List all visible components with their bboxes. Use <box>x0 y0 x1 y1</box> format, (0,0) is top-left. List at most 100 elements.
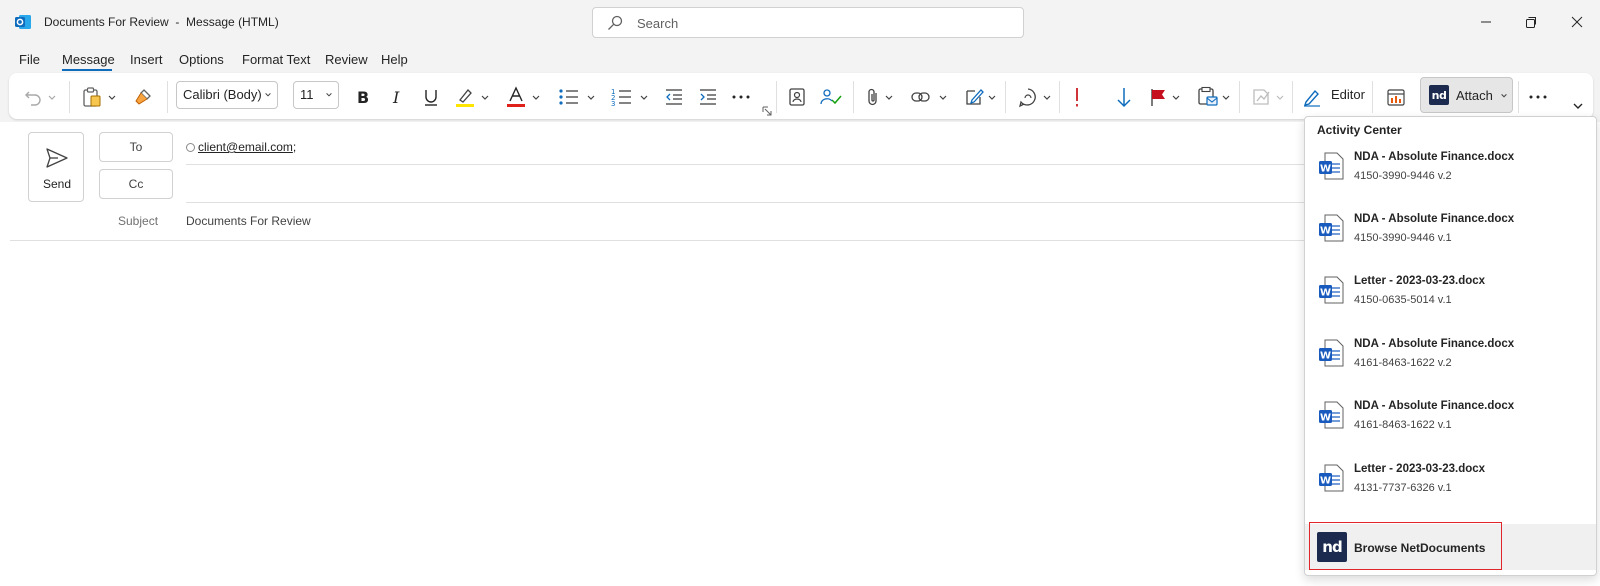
address-book-button[interactable] <box>787 85 807 109</box>
check-names-button[interactable] <box>820 85 842 109</box>
insights-button[interactable] <box>1386 85 1406 109</box>
paperclip-icon <box>868 88 877 106</box>
editor-button[interactable] <box>1302 85 1322 109</box>
subject-field[interactable]: Documents For Review <box>186 214 311 228</box>
low-importance-button[interactable] <box>1115 85 1133 109</box>
svg-text:W: W <box>1320 164 1331 175</box>
loop-button[interactable] <box>1017 85 1052 109</box>
word-document-icon: W <box>1319 464 1344 492</box>
cc-field-underline <box>186 202 1304 203</box>
recent-document-item[interactable]: W NDA - Absolute Finance.docx 4161-8463-… <box>1305 395 1596 451</box>
chevron-down-icon <box>265 93 271 97</box>
ribbon-divider <box>1372 81 1373 113</box>
arrow-down-icon <box>1117 88 1131 108</box>
search-input[interactable]: Search <box>592 7 1024 38</box>
recent-document-item[interactable]: W NDA - Absolute Finance.docx 4161-8463-… <box>1305 333 1596 389</box>
chevron-down-icon <box>885 95 893 100</box>
editor-icon <box>1303 89 1320 107</box>
font-dialog-launcher[interactable] <box>762 99 772 123</box>
document-name: Letter - 2023-03-23.docx <box>1354 275 1486 287</box>
font-name-select[interactable]: Calibri (Body) <box>176 81 278 109</box>
bold-icon: B <box>357 88 369 107</box>
follow-up-button[interactable] <box>1149 85 1181 109</box>
menu-help[interactable]: Help <box>381 52 408 67</box>
recent-document-item[interactable]: W NDA - Absolute Finance.docx 4150-3990-… <box>1305 208 1596 264</box>
document-name: NDA - Absolute Finance.docx <box>1354 151 1515 163</box>
decrease-indent-button[interactable] <box>664 85 684 109</box>
netdocuments-logo: nd <box>1429 85 1449 105</box>
undo-button[interactable] <box>23 85 57 109</box>
dialog-launcher-icon <box>762 106 772 116</box>
document-number: 4150-0635-5014 v.1 <box>1354 294 1452 306</box>
chevron-down-icon <box>1276 95 1284 100</box>
ribbon: Calibri (Body) 11 B I 1 2 3 Editor nd At… <box>9 73 1593 119</box>
italic-button[interactable]: I <box>389 85 407 109</box>
sensitivity-button[interactable] <box>1251 85 1285 109</box>
minimize-button[interactable] <box>1474 10 1498 34</box>
menu-review[interactable]: Review <box>325 52 368 67</box>
netdocuments-attach-button[interactable]: nd Attach <box>1420 77 1513 113</box>
menu-options[interactable]: Options <box>179 52 224 67</box>
activity-center-dropdown: Activity Center W NDA - Absolute Finance… <box>1304 116 1597 576</box>
address-book-icon <box>789 88 805 106</box>
ribbon-divider <box>1518 81 1519 113</box>
chevron-down-icon <box>1172 95 1180 100</box>
font-color-button[interactable] <box>505 85 541 109</box>
recent-document-item[interactable]: W Letter - 2023-03-23.docx 4131-7737-632… <box>1305 458 1596 514</box>
menu-insert[interactable]: Insert <box>130 52 163 67</box>
activity-center-title: Activity Center <box>1317 123 1402 137</box>
signature-button[interactable] <box>964 85 997 109</box>
increase-indent-button[interactable] <box>698 85 718 109</box>
svg-text:W: W <box>1320 413 1331 424</box>
send-icon <box>46 148 68 168</box>
document-number: 4150-3990-9446 v.2 <box>1354 170 1452 182</box>
underline-button[interactable] <box>422 85 440 109</box>
more-formatting-button[interactable] <box>731 85 751 109</box>
save-template-button[interactable] <box>1197 85 1231 109</box>
ribbon-divider <box>167 81 168 113</box>
title-bar: Documents For Review - Message (HTML) Se… <box>0 0 1600 44</box>
recent-document-item[interactable]: W Letter - 2023-03-23.docx 4150-0635-501… <box>1305 270 1596 326</box>
ribbon-divider <box>69 81 70 113</box>
minimize-icon <box>1481 21 1491 23</box>
chevron-down-icon <box>1501 94 1507 98</box>
ribbon-collapse-chevron-icon[interactable] <box>1572 100 1584 112</box>
highlight-color-button[interactable] <box>454 85 490 109</box>
svg-text:W: W <box>1320 288 1331 299</box>
svg-text:3: 3 <box>611 100 615 107</box>
presence-icon <box>186 143 195 152</box>
high-importance-button[interactable] <box>1072 85 1082 109</box>
chevron-down-icon <box>1043 95 1051 100</box>
more-icon <box>1529 95 1547 99</box>
restore-button[interactable] <box>1519 10 1543 34</box>
document-name: NDA - Absolute Finance.docx <box>1354 400 1515 412</box>
attach-file-button[interactable] <box>865 85 894 109</box>
highlighter-icon <box>456 89 474 107</box>
send-button[interactable]: Send <box>28 132 84 202</box>
bold-button[interactable]: B <box>354 85 372 109</box>
to-button[interactable]: To <box>99 132 173 162</box>
bullets-button[interactable] <box>558 85 596 109</box>
close-button[interactable] <box>1565 10 1589 34</box>
menu-file[interactable]: File <box>19 52 40 67</box>
chevron-down-icon <box>532 95 540 100</box>
recipient-separator: ; <box>292 140 297 154</box>
menu-message[interactable]: Message <box>62 52 115 67</box>
chevron-down-icon <box>481 95 489 100</box>
to-field[interactable]: client@email.com; <box>186 140 296 154</box>
recent-document-item[interactable]: W NDA - Absolute Finance.docx 4150-3990-… <box>1305 146 1596 202</box>
ribbon-divider <box>853 81 854 113</box>
font-size-select[interactable]: 11 <box>293 81 339 109</box>
menu-format-text[interactable]: Format Text <box>242 52 310 67</box>
paste-button[interactable] <box>81 85 117 109</box>
numbering-button[interactable]: 1 2 3 <box>611 85 649 109</box>
comment-icon <box>1019 88 1036 108</box>
more-commands-button[interactable] <box>1528 85 1548 109</box>
flag-icon <box>1151 89 1165 106</box>
cc-button[interactable]: Cc <box>99 169 173 199</box>
format-painter-button[interactable] <box>133 85 153 109</box>
word-document-icon: W <box>1319 152 1344 180</box>
recipient-address[interactable]: client@email.com <box>198 140 293 154</box>
link-button[interactable] <box>910 85 948 109</box>
document-number: 4161-8463-1622 v.1 <box>1354 419 1452 431</box>
